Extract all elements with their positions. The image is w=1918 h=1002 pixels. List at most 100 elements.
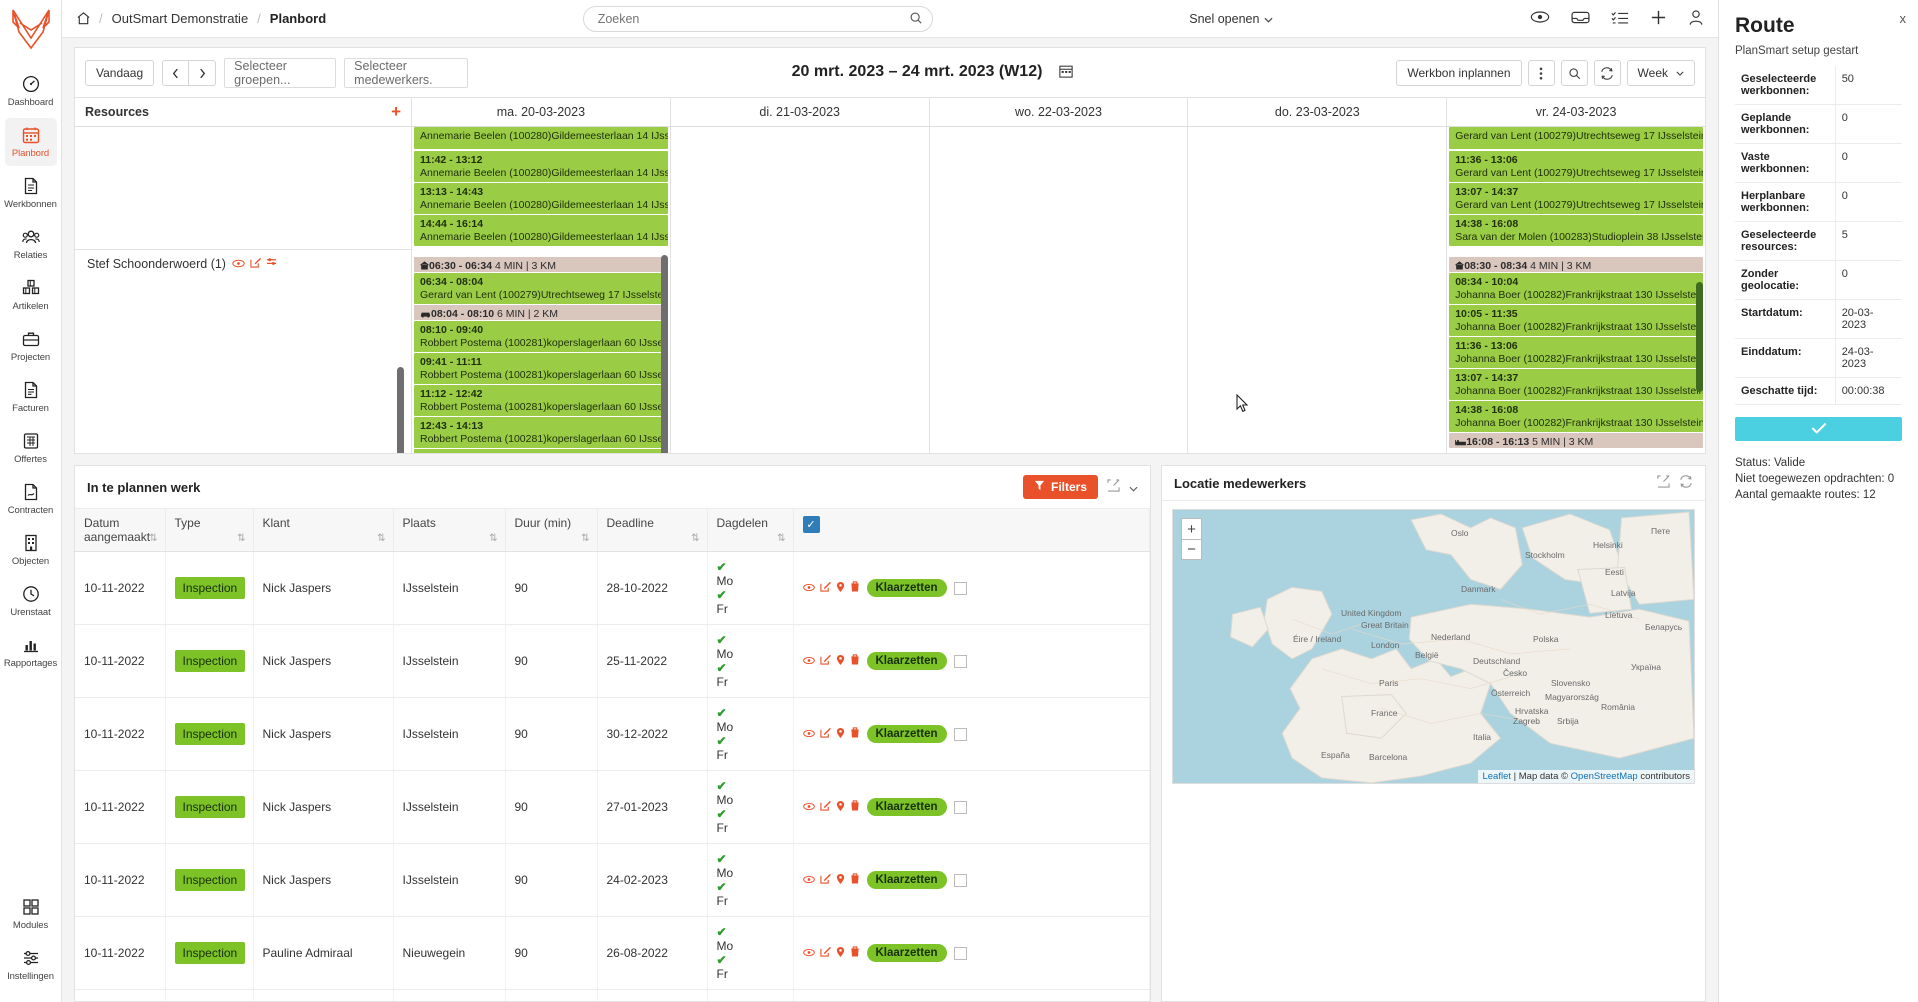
sort-icon[interactable]: ⇅ xyxy=(489,533,497,544)
calendar-event[interactable]: 11:42 - 13:12 Annemarie Beelen (100280)Gi… xyxy=(414,151,668,182)
map-canvas[interactable]: Oslo Stockholm Helsinki Пете Eesti Latvija Dan… xyxy=(1172,509,1695,785)
quick-open-dropdown[interactable]: Snel openen xyxy=(1189,12,1273,26)
breadcrumb-org[interactable]: OutSmart Demonstratie xyxy=(112,11,249,26)
search-input[interactable] xyxy=(582,5,933,32)
column-header[interactable]: Dagdelen ⇅ xyxy=(707,509,794,553)
eye-icon[interactable] xyxy=(802,800,815,814)
calendar-picker-icon[interactable] xyxy=(1059,65,1073,82)
column-header[interactable]: Type ⇅ xyxy=(165,509,254,553)
calendar-event[interactable]: 09:41 - 11:11 Robbert Postema (100281)kop… xyxy=(414,353,668,384)
column-header[interactable]: Deadline ⇅ xyxy=(597,509,708,553)
trash-icon[interactable] xyxy=(850,800,860,814)
edit-icon[interactable] xyxy=(250,257,261,271)
trash-icon[interactable] xyxy=(850,727,860,741)
sidebar-item-projecten[interactable]: Projecten xyxy=(5,322,57,370)
resource-scrollbar[interactable] xyxy=(397,367,404,454)
check-icon[interactable]: ✓ xyxy=(802,516,820,534)
calendar-event[interactable]: 11:36 - 13:06 Gerard van Lent (100279)Utr… xyxy=(1449,151,1703,182)
expand-icon[interactable] xyxy=(1657,475,1670,491)
planner-search-icon[interactable] xyxy=(1560,60,1588,86)
zoom-out-button[interactable]: − xyxy=(1181,539,1202,561)
column-header-select-all[interactable]: ✓ xyxy=(793,509,1150,553)
refresh-icon[interactable] xyxy=(1679,475,1693,491)
table-row[interactable]: 10-11-2022 Inspection Nick Jaspers IJsselst… xyxy=(75,770,1150,845)
klaarzetten-button[interactable]: Klaarzetten xyxy=(866,798,947,817)
day-column-wednesday[interactable] xyxy=(930,127,1189,454)
edit-icon[interactable] xyxy=(819,654,831,668)
calendar-event[interactable]: 14:14 - 15:44Robbert Postema (100281)kop… xyxy=(414,449,668,454)
travel-block[interactable]: 06:30 - 06:34 4 MIN | 3 KM xyxy=(414,257,668,272)
tasklist-icon[interactable] xyxy=(1611,10,1629,28)
pin-icon[interactable] xyxy=(836,873,845,888)
calendar-event[interactable]: 14:38 - 16:08 Johanna Boer (100282)Frankr… xyxy=(1449,401,1703,432)
eye-icon[interactable] xyxy=(802,727,815,741)
row-checkbox[interactable] xyxy=(953,654,967,668)
route-confirm-button[interactable] xyxy=(1735,417,1902,441)
zoom-in-button[interactable]: + xyxy=(1181,518,1202,540)
calendar-event[interactable]: 11:12 - 12:42 Robbert Postema (100281)kop… xyxy=(414,385,668,416)
klaarzetten-button[interactable]: Klaarzetten xyxy=(866,652,947,671)
calendar-event[interactable]: 08:10 - 09:40 Robbert Postema (100281)kop… xyxy=(414,321,668,352)
edit-icon[interactable] xyxy=(819,581,831,595)
sort-icon[interactable]: ⇅ xyxy=(777,533,785,544)
calendar-event[interactable]: Gerard van Lent (100279)Utrechtseweg 17 … xyxy=(1449,127,1703,149)
sort-icon[interactable]: ⇅ xyxy=(581,533,589,544)
sidebar-item-contracten[interactable]: Contracten xyxy=(5,475,57,523)
calendar-event[interactable]: 12:43 - 14:13 Robbert Postema (100281)kop… xyxy=(414,417,668,448)
search-icon[interactable] xyxy=(909,11,923,28)
calendar-event[interactable]: 13:07 - 14:37 Johanna Boer (100282)Frankr… xyxy=(1449,369,1703,400)
filter-icon[interactable] xyxy=(266,257,277,271)
day-column-tuesday[interactable] xyxy=(671,127,930,454)
calendar-event[interactable]: 11:36 - 13:06 Johanna Boer (100282)Frankr… xyxy=(1449,337,1703,368)
table-row[interactable]: 10-11-2022 Inspection Nick Jaspers IJsselst… xyxy=(75,843,1150,918)
table-row[interactable]: 10-11-2022 Inspection Nick Jaspers IJsselst… xyxy=(75,551,1150,626)
refresh-icon[interactable] xyxy=(1593,60,1621,86)
row-checkbox[interactable] xyxy=(953,727,967,741)
pin-icon[interactable] xyxy=(836,727,845,742)
sidebar-item-relaties[interactable]: Relaties xyxy=(5,220,57,268)
sort-icon[interactable]: ⇅ xyxy=(377,533,385,544)
column-header[interactable]: Duur (min) ⇅ xyxy=(505,509,598,553)
row-checkbox[interactable] xyxy=(953,800,967,814)
table-row[interactable]: 10-11-2022 Inspection Nick Jaspers IJsselst… xyxy=(75,624,1150,699)
edit-icon[interactable] xyxy=(819,873,831,887)
eye-icon[interactable] xyxy=(1530,10,1550,27)
schedule-workorder-button[interactable]: Werkbon inplannen xyxy=(1396,60,1522,86)
travel-block[interactable]: 08:04 - 08:10 6 MIN | 2 KM xyxy=(414,305,668,320)
column-header[interactable]: Klant ⇅ xyxy=(253,509,394,553)
row-checkbox[interactable] xyxy=(953,873,967,887)
calendar-event[interactable]: 13:07 - 14:37 Gerard van Lent (100279)Utr… xyxy=(1449,183,1703,214)
add-resource-icon[interactable]: + xyxy=(391,103,401,120)
kebab-menu-icon[interactable] xyxy=(1527,60,1555,86)
expand-icon[interactable] xyxy=(1107,479,1120,495)
sidebar-item-facturen[interactable]: Facturen xyxy=(5,373,57,421)
friday-scrollbar[interactable] xyxy=(1695,282,1703,392)
travel-block[interactable]: 08:30 - 08:34 4 MIN | 3 KM xyxy=(1449,257,1703,272)
employee-select[interactable]: Selecteer medewerkers. xyxy=(344,58,469,88)
pin-icon[interactable] xyxy=(836,581,845,596)
sort-icon[interactable]: ⇅ xyxy=(691,533,699,544)
sidebar-item-dashboard[interactable]: Dashboard xyxy=(5,67,57,115)
table-row[interactable]: 10-11-2022 Inspection Nick Jaspers IJsselst… xyxy=(75,697,1150,772)
pin-icon[interactable] xyxy=(836,946,845,961)
column-header[interactable]: Plaats ⇅ xyxy=(393,509,506,553)
close-icon[interactable]: x xyxy=(1900,11,1907,26)
monday-scrollbar[interactable] xyxy=(660,255,668,454)
next-week-button[interactable] xyxy=(189,60,217,86)
chevron-down-icon[interactable] xyxy=(1129,480,1138,495)
day-column-monday[interactable]: Annemarie Beelen (100280)Gildemeesterlaa… xyxy=(412,127,671,454)
sidebar-item-instellingen[interactable]: Instellingen xyxy=(5,941,57,989)
calendar-event[interactable]: Annemarie Beelen (100280)Gildemeesterlaa… xyxy=(414,127,668,149)
eye-icon[interactable] xyxy=(232,257,245,271)
sidebar-item-urenstaat[interactable]: Urenstaat xyxy=(5,577,57,625)
sidebar-item-offertes[interactable]: Offertes xyxy=(5,424,57,472)
row-checkbox[interactable] xyxy=(953,946,967,960)
trash-icon[interactable] xyxy=(850,946,860,960)
sidebar-item-objecten[interactable]: Objecten xyxy=(5,526,57,574)
edit-icon[interactable] xyxy=(819,800,831,814)
plus-icon[interactable] xyxy=(1650,9,1667,29)
eye-icon[interactable] xyxy=(802,873,815,887)
table-row[interactable]: 10-11-2022InspectionPauline AdmiraalNieu… xyxy=(75,989,1150,1001)
inbox-icon[interactable] xyxy=(1571,10,1590,28)
sidebar-item-werkbonnen[interactable]: Werkbonnen xyxy=(4,169,57,217)
